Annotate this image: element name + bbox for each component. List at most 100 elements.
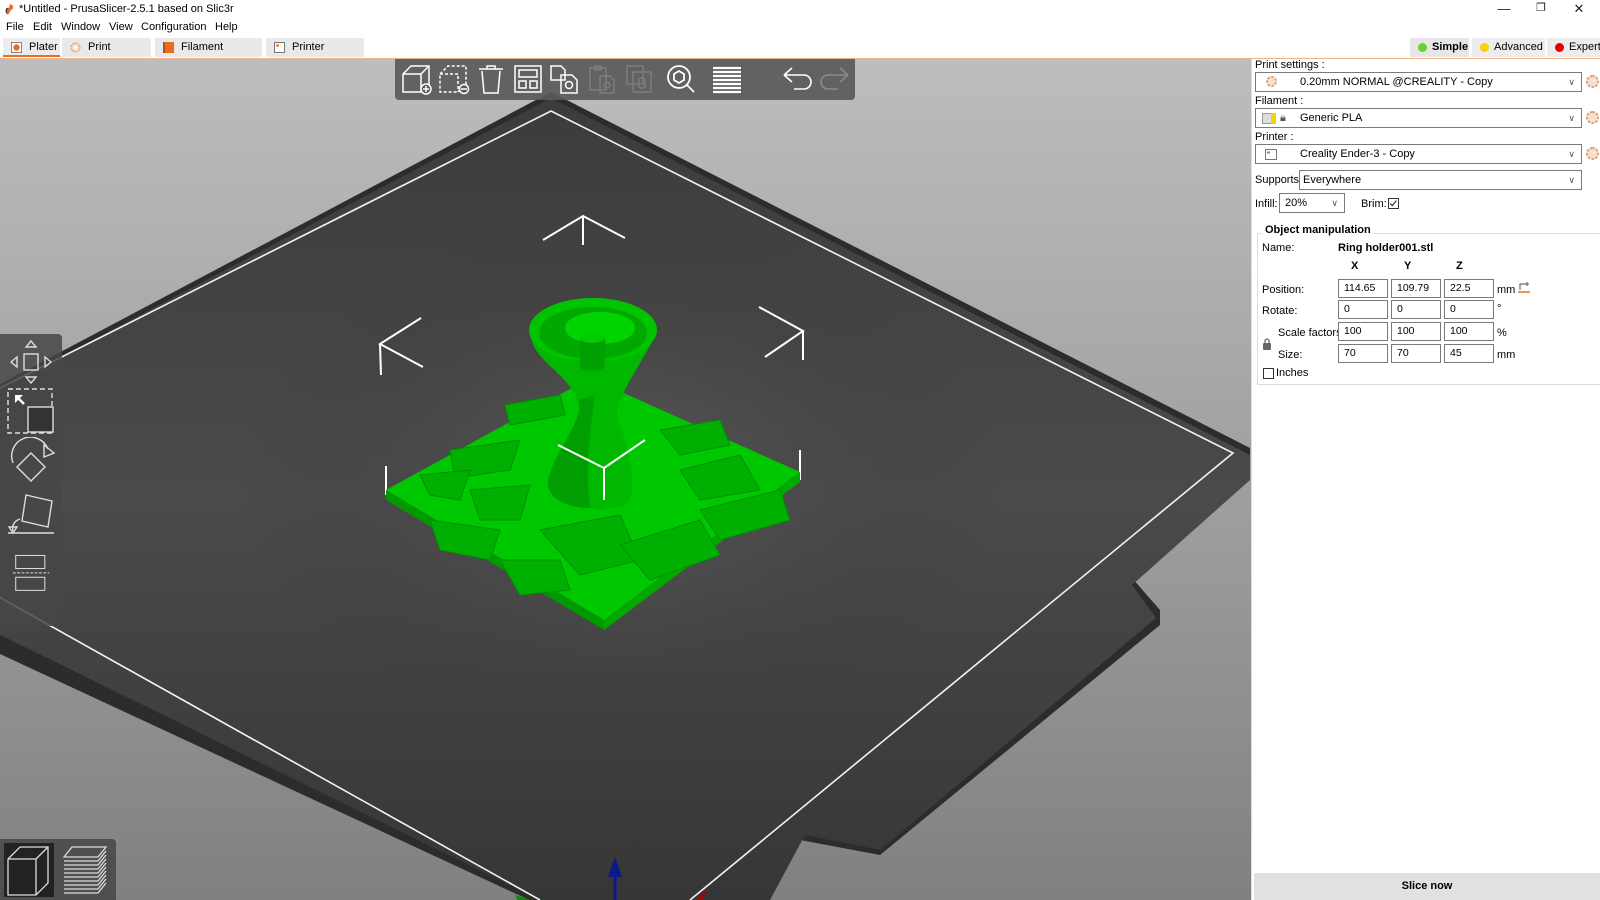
delete-icon[interactable] — [473, 62, 509, 96]
filament-color-indicator — [1271, 113, 1276, 124]
scale-unit: % — [1497, 327, 1507, 339]
menu-configuration[interactable]: Configuration — [141, 21, 206, 33]
supports-value: Everywhere — [1303, 174, 1362, 186]
chevron-down-icon: ∨ — [1331, 198, 1338, 208]
tab-label: Plater — [29, 41, 58, 53]
menu-view[interactable]: View — [109, 21, 133, 33]
delete-all-icon[interactable] — [436, 62, 472, 96]
menu-edit[interactable]: Edit — [33, 21, 52, 33]
prusaslicer-logo-icon — [5, 4, 14, 15]
size-x-input[interactable]: 70 — [1338, 344, 1388, 363]
mode-advanced[interactable]: Advanced — [1472, 38, 1545, 57]
filament-value: Generic PLA — [1300, 112, 1363, 124]
chevron-down-icon: ∨ — [1568, 175, 1575, 185]
simple-mode-dot-icon — [1418, 43, 1427, 52]
print-settings-label: Print settings : — [1255, 59, 1325, 71]
redo-icon[interactable] — [816, 62, 852, 96]
chevron-down-icon: ∨ — [1568, 77, 1575, 87]
scale-factors-label: Scale factors: — [1278, 327, 1345, 339]
cut-icon[interactable] — [4, 554, 58, 602]
advanced-mode-dot-icon — [1480, 43, 1489, 52]
instances-icon[interactable] — [621, 62, 657, 96]
plater-icon — [11, 42, 22, 53]
size-label: Size: — [1278, 349, 1303, 361]
window-title: *Untitled - PrusaSlicer-2.5.1 based on S… — [19, 3, 234, 15]
uniform-scale-lock-icon[interactable] — [1262, 338, 1272, 350]
menu-file[interactable]: File — [6, 21, 24, 33]
3d-scene[interactable] — [0, 59, 1251, 900]
layers-editing-icon[interactable] — [709, 62, 745, 96]
add-icon[interactable] — [399, 62, 435, 96]
infill-value: 20% — [1285, 197, 1308, 209]
menu-help[interactable]: Help — [215, 21, 238, 33]
move-icon[interactable] — [4, 338, 58, 386]
undo-icon[interactable] — [780, 62, 816, 96]
chevron-down-icon: ∨ — [1568, 113, 1575, 123]
axis-z-header: Z — [1456, 260, 1463, 272]
rotate-x-input[interactable]: 0 — [1338, 300, 1388, 319]
position-z-input[interactable]: 22.5 — [1444, 279, 1494, 298]
search-icon[interactable] — [663, 62, 699, 96]
size-y-input[interactable]: 70 — [1391, 344, 1441, 363]
inches-checkbox[interactable] — [1263, 368, 1274, 379]
printer-dropdown[interactable]: Creality Ender-3 - Copy ∨ — [1255, 144, 1582, 164]
size-z-input[interactable]: 45 — [1444, 344, 1494, 363]
filament-edit-gear-icon[interactable] — [1586, 111, 1599, 124]
tab-print-settings[interactable]: Print Settings — [62, 38, 151, 72]
infill-label: Infill: — [1255, 198, 1278, 210]
inches-label: Inches — [1276, 367, 1309, 379]
3d-view-icon[interactable] — [4, 843, 54, 897]
print-settings-edit-gear-icon[interactable] — [1586, 75, 1599, 88]
position-y-input[interactable]: 109.79 — [1391, 279, 1441, 298]
tab-bar: Plater Print Settings Filament Settings … — [0, 37, 1600, 72]
filament-dropdown[interactable]: 🔒︎ Generic PLA ∨ — [1255, 108, 1582, 128]
copy-icon[interactable] — [547, 62, 583, 96]
mode-simple[interactable]: Simple — [1410, 38, 1469, 57]
menu-window[interactable]: Window — [61, 21, 100, 33]
rotate-unit: ° — [1497, 303, 1502, 315]
tab-plater[interactable]: Plater — [3, 38, 60, 57]
drop-to-bed-icon[interactable] — [1518, 281, 1530, 293]
rotate-y-input[interactable]: 0 — [1391, 300, 1441, 319]
arrange-icon[interactable] — [510, 62, 546, 96]
tab-printer-settings[interactable]: Printer Settings — [266, 38, 364, 72]
scale-x-input[interactable]: 100 — [1338, 322, 1388, 341]
restore-button[interactable]: ❐ — [1521, 0, 1561, 19]
printer-value: Creality Ender-3 - Copy — [1300, 148, 1415, 160]
printer-edit-gear-icon[interactable] — [1586, 147, 1599, 160]
mode-label: Advanced — [1494, 41, 1543, 53]
printer-icon — [274, 42, 285, 53]
3d-viewport[interactable] — [0, 59, 1251, 900]
place-on-face-icon[interactable] — [4, 489, 58, 537]
minimize-button[interactable]: — — [1484, 0, 1524, 19]
scale-icon[interactable] — [4, 387, 58, 435]
printer-icon — [1265, 149, 1277, 160]
preview-layers-icon[interactable] — [60, 843, 110, 897]
rotate-label: Rotate: — [1262, 305, 1298, 317]
print-preset-gear-icon — [1266, 76, 1277, 87]
supports-label: Supports: — [1255, 174, 1303, 186]
rotate-z-input[interactable]: 0 — [1444, 300, 1494, 319]
close-button[interactable]: ✕ — [1559, 0, 1599, 19]
paste-icon[interactable] — [584, 62, 620, 96]
scale-y-input[interactable]: 100 — [1391, 322, 1441, 341]
slice-now-button[interactable]: Slice now — [1254, 873, 1600, 900]
size-unit: mm — [1497, 349, 1516, 361]
mode-expert[interactable]: Expert — [1547, 38, 1600, 57]
axis-x-header: X — [1351, 260, 1359, 272]
object-manipulation-title: Object manipulation — [1262, 224, 1374, 236]
rotate-icon[interactable] — [4, 437, 58, 485]
lock-icon: 🔒︎ — [1280, 112, 1286, 124]
position-x-input[interactable]: 114.65 — [1338, 279, 1388, 298]
scale-z-input[interactable]: 100 — [1444, 322, 1494, 341]
brim-label: Brim: — [1361, 198, 1387, 210]
print-settings-dropdown[interactable]: 0.20mm NORMAL @CREALITY - Copy ∨ — [1255, 72, 1582, 92]
brim-checkbox[interactable] — [1388, 198, 1399, 209]
title-bar: *Untitled - PrusaSlicer-2.5.1 based on S… — [0, 0, 1600, 19]
tab-filament-settings[interactable]: Filament Settings — [155, 38, 262, 72]
infill-dropdown[interactable]: 20% ∨ — [1279, 193, 1345, 213]
position-label: Position: — [1262, 284, 1305, 296]
print-settings-value: 0.20mm NORMAL @CREALITY - Copy — [1300, 76, 1493, 88]
printer-label: Printer : — [1255, 131, 1294, 143]
supports-dropdown[interactable]: Everywhere ∨ — [1299, 170, 1582, 190]
